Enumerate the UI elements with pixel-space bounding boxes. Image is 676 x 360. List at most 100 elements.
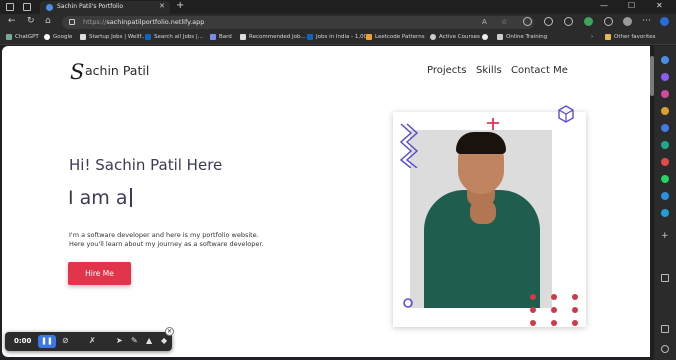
startup-jobs-icon	[80, 34, 86, 40]
tab-actions-icon[interactable]	[23, 3, 31, 11]
new-tab-button[interactable]: +	[176, 0, 184, 11]
maximize-icon[interactable]: ☐	[628, 1, 635, 10]
extension-green-icon[interactable]	[584, 17, 593, 26]
logo-mark[interactable]: S	[70, 60, 84, 84]
whatsapp-sidebar-icon[interactable]	[661, 175, 669, 183]
bookmark-online-training[interactable]: Online Training	[497, 34, 547, 40]
pen-tool-icon[interactable]: ✎	[131, 336, 138, 345]
close-window-icon[interactable]: ✕	[656, 1, 663, 10]
bookmark-other-favorites[interactable]: Other favorites	[605, 34, 656, 40]
bookmark-active-courses[interactable]: Active Courses	[430, 34, 480, 40]
split-window-icon[interactable]	[661, 325, 669, 333]
outlook-sidebar-icon[interactable]	[661, 141, 669, 149]
webcam-off-icon[interactable]: ⊘	[62, 336, 69, 345]
tools-sidebar-icon[interactable]	[661, 90, 669, 98]
linkedin-icon	[307, 34, 313, 40]
office-sidebar-icon[interactable]	[661, 124, 669, 132]
shopping-sidebar-icon[interactable]	[661, 73, 669, 81]
profile-avatar[interactable]	[623, 17, 632, 26]
recommended-jobs-icon	[240, 34, 246, 40]
browser-sidebar: +	[654, 46, 676, 360]
workspaces-icon[interactable]	[6, 3, 14, 11]
folder-icon	[605, 34, 611, 40]
bookmark-info[interactable]	[482, 34, 491, 40]
ring-shape-icon	[403, 298, 413, 308]
favorites-icon[interactable]	[564, 17, 573, 26]
site-info-icon[interactable]	[69, 19, 75, 25]
games-sidebar-icon[interactable]	[661, 107, 669, 115]
read-aloud-icon[interactable]: A	[482, 18, 487, 26]
nav-skills[interactable]: Skills	[476, 65, 502, 76]
back-icon[interactable]: ←	[8, 16, 16, 26]
nav-contact-me[interactable]: Contact Me	[511, 65, 568, 76]
cube-shape-icon	[558, 105, 574, 123]
collections-icon[interactable]	[604, 17, 613, 26]
courses-icon	[430, 34, 436, 40]
photo-hair	[456, 132, 506, 154]
edge-drop-sidebar-icon[interactable]	[661, 209, 669, 217]
screen-recorder-bar: 0:00 ❚❚ ⊘ ✗ ➤ ✎ ▲ ◆	[5, 332, 172, 351]
telegram-sidebar-icon[interactable]	[661, 192, 669, 200]
extensions-icon[interactable]	[523, 17, 532, 26]
bookmark-jobs-india[interactable]: Jobs in India - 1,00...	[307, 34, 372, 40]
search-sidebar-icon[interactable]	[661, 56, 669, 64]
hero-greeting: Hi! Sachin Patil Here	[69, 156, 223, 174]
bookmark-bard[interactable]: Bard	[210, 34, 232, 40]
red-app-sidebar-icon[interactable]	[661, 158, 669, 166]
bookmark-leetcode[interactable]: Leetcode Patterns	[366, 34, 425, 40]
photo-hand	[470, 200, 496, 224]
more-menu-icon[interactable]: ⋯	[642, 16, 651, 26]
leetcode-icon	[366, 34, 372, 40]
address-bar[interactable]: https://sachinpatilportfolio.netlify.app…	[62, 16, 534, 29]
bard-icon	[210, 34, 216, 40]
close-recorder-icon[interactable]: ✕	[165, 327, 174, 336]
add-sidebar-icon[interactable]: +	[661, 232, 669, 241]
highlighter-tool-icon[interactable]: ▲	[146, 336, 152, 345]
split-screen-icon[interactable]	[544, 17, 553, 26]
info-icon	[482, 34, 488, 40]
linkedin-icon	[145, 34, 151, 40]
logo-text[interactable]: achin Patil	[85, 63, 149, 78]
url-text: https://sachinpatilportfolio.netlify.app	[83, 18, 205, 26]
bookmark-search-jobs[interactable]: Search all Jobs |...	[145, 34, 203, 40]
bookmark-recommended-jobs[interactable]: Recommended Job...	[240, 34, 306, 40]
copilot-icon[interactable]	[660, 17, 669, 26]
dots-pattern-icon	[530, 294, 578, 326]
bookmarks-overflow-icon[interactable]: ›	[591, 34, 593, 40]
bookmark-startup-jobs[interactable]: Startup Jobs | Wellf...	[80, 34, 146, 40]
page-viewport: S achin Patil Projects Skills Contact Me…	[2, 46, 650, 357]
recording-time: 0:00	[14, 337, 32, 345]
mic-off-icon[interactable]: ✗	[89, 336, 96, 345]
tab-strip: Sachin Patil's Portfolio ✕ + — ☐ ✕	[0, 0, 676, 14]
hero-typing: I am a	[68, 187, 132, 209]
profile-photo	[410, 130, 552, 308]
hero-description: I'm a software developer and here is my …	[69, 231, 299, 249]
favorite-star-icon[interactable]: ☆	[501, 18, 507, 26]
plus-shape-icon	[487, 118, 499, 130]
browser-toolbar: ← ↻ ⌂ https://sachinpatilportfolio.netli…	[0, 14, 676, 31]
eraser-tool-icon[interactable]: ◆	[161, 336, 167, 345]
tab-portfolio[interactable]: Sachin Patil's Portfolio ✕	[40, 1, 170, 14]
bookmarks-bar: ChatGPT Google Startup Jobs | Wellf... S…	[0, 31, 676, 45]
description-line-1: I'm a software developer and here is my …	[69, 231, 259, 239]
refresh-icon[interactable]: ↻	[27, 16, 35, 26]
description-line-2: Here you'll learn about my journey as a …	[69, 240, 264, 248]
tab-favicon-icon	[46, 4, 53, 11]
training-icon	[497, 34, 503, 40]
tab-title: Sachin Patil's Portfolio	[57, 3, 124, 10]
google-icon	[44, 34, 50, 40]
pointer-tool-icon[interactable]: ➤	[116, 336, 123, 345]
hire-me-button[interactable]: Hire Me	[68, 262, 131, 285]
nav-projects[interactable]: Projects	[427, 65, 466, 76]
pause-button[interactable]: ❚❚	[38, 335, 56, 348]
close-tab-icon[interactable]: ✕	[159, 2, 165, 10]
typing-text: I am a	[68, 187, 128, 209]
bookmark-chatgpt[interactable]: ChatGPT	[6, 34, 39, 40]
bookmark-google[interactable]: Google	[44, 34, 72, 40]
home-icon[interactable]: ⌂	[45, 16, 51, 26]
minimize-icon[interactable]: —	[600, 1, 608, 10]
zigzag-pattern-icon	[399, 123, 419, 168]
sidebar-settings-icon[interactable]	[661, 345, 669, 353]
chatgpt-icon	[6, 34, 12, 40]
hide-sidebar-icon[interactable]	[661, 274, 669, 282]
